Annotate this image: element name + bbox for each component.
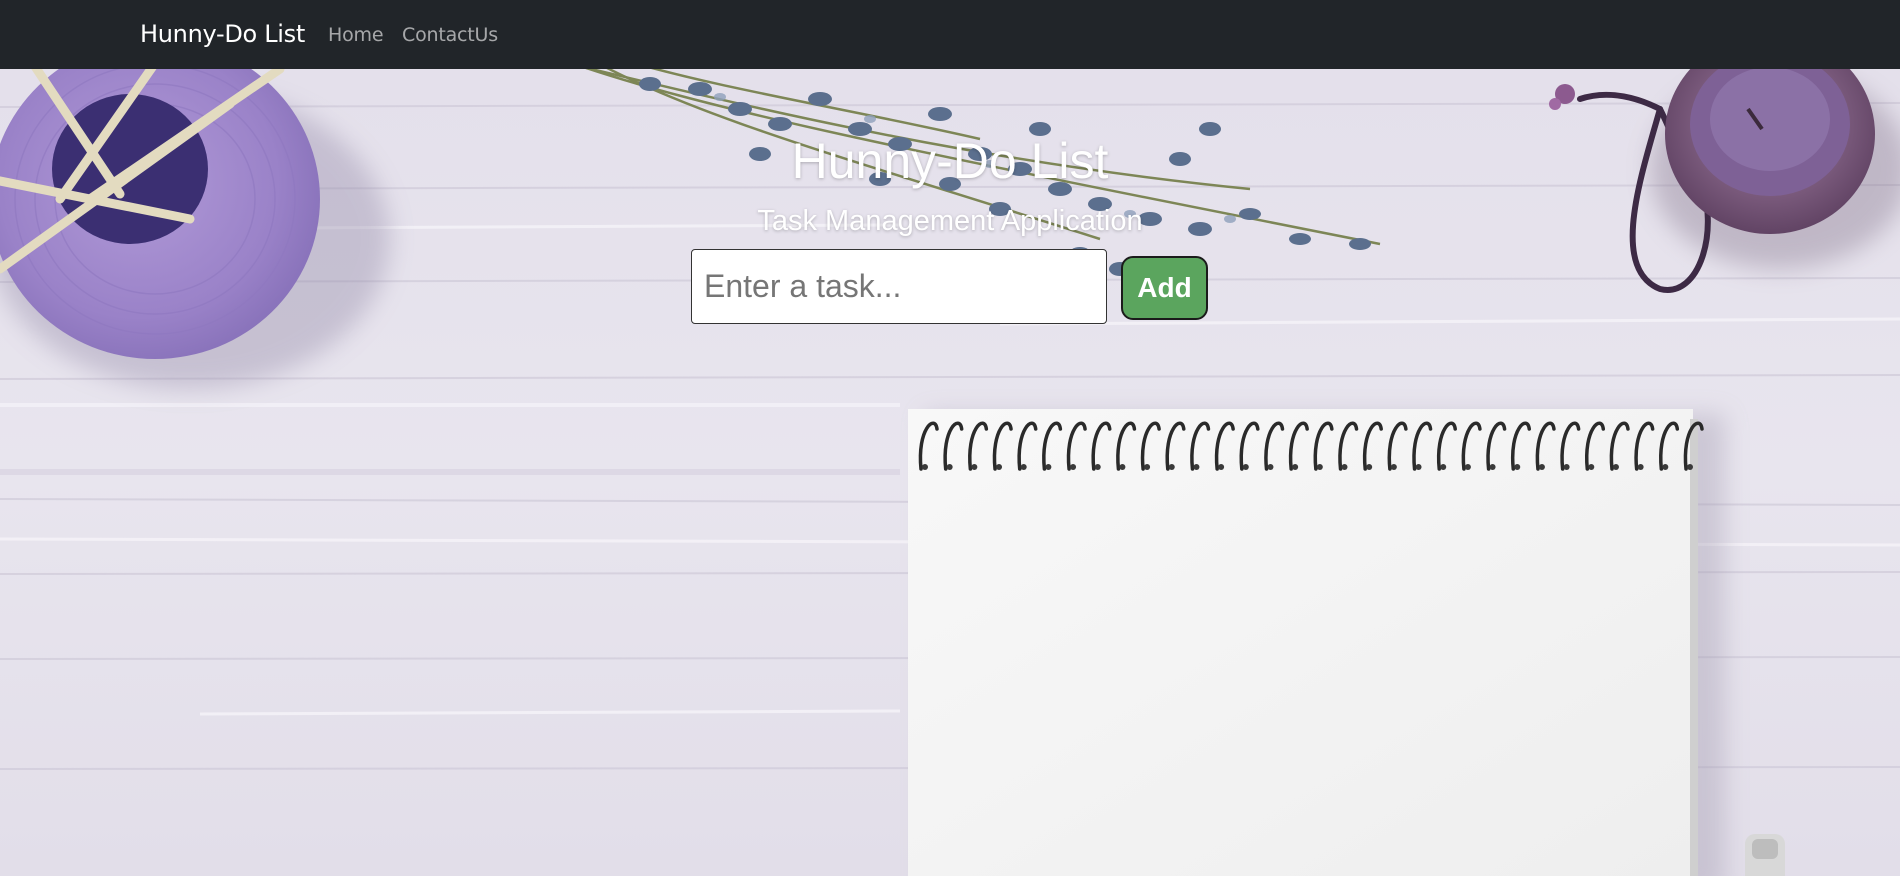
- spiral-hole: [1267, 464, 1274, 470]
- spiral-hole: [1094, 464, 1101, 470]
- spiral-hole: [946, 464, 953, 470]
- spiral-hole: [1514, 464, 1521, 470]
- spiral-hole: [1316, 464, 1323, 470]
- spiral-hole: [1168, 464, 1175, 470]
- page-title: Hunny-Do List: [791, 133, 1109, 189]
- spiral-hole: [1242, 464, 1249, 470]
- spiral-hole: [1045, 464, 1052, 470]
- spiral-hole: [1637, 464, 1644, 470]
- spiral-hole: [1662, 464, 1669, 470]
- spiral-hole: [922, 464, 928, 470]
- spiral-hole: [1119, 464, 1126, 470]
- navbar: Hunny-Do List Home ContactUs: [0, 0, 1900, 69]
- spiral-hole: [1144, 464, 1151, 470]
- spiral-hole: [1070, 464, 1077, 470]
- spiral-hole: [1588, 464, 1595, 470]
- spiral-hole: [1687, 464, 1693, 470]
- spiral-hole: [1390, 464, 1397, 470]
- spiral-hole: [1538, 464, 1545, 470]
- navbar-brand[interactable]: Hunny-Do List: [140, 20, 305, 48]
- page-subtitle: Task Management Application: [757, 205, 1143, 237]
- spiral-hole: [1563, 464, 1570, 470]
- background-image: [0, 69, 1900, 876]
- add-task-button[interactable]: Add: [1121, 256, 1208, 320]
- spiral-hole: [1020, 464, 1027, 470]
- spiral-hole: [1193, 464, 1200, 470]
- nav-link-contactus[interactable]: ContactUs: [402, 24, 498, 46]
- spiral-hole: [1218, 464, 1225, 470]
- spiral-hole: [1341, 464, 1348, 470]
- task-input[interactable]: [691, 249, 1107, 324]
- spiral-hole: [1440, 464, 1447, 470]
- spiral-hole: [996, 464, 1003, 470]
- spiral-hole: [1489, 464, 1496, 470]
- spiral-hole: [1464, 464, 1471, 470]
- spiral-hole: [1612, 464, 1619, 470]
- spiral-hole: [1366, 464, 1373, 470]
- spiral-hole: [971, 464, 978, 470]
- page: Hunny-Do List Home ContactUs Hunny-Do Li…: [0, 0, 1900, 876]
- spiral-hole: [1292, 464, 1299, 470]
- nav-link-home[interactable]: Home: [328, 24, 384, 46]
- spiral-hole: [1415, 464, 1422, 470]
